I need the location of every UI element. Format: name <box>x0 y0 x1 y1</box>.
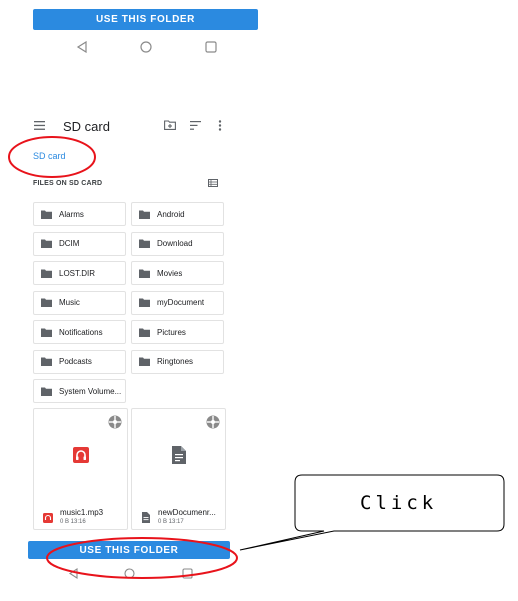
audio-file-small-icon <box>43 513 53 523</box>
folder-icon <box>41 387 52 396</box>
file-card-music1[interactable]: music1.mp3 0 B 13:16 <box>33 408 128 530</box>
file-meta: 0 B 13:17 <box>158 519 184 525</box>
top-use-this-folder-label: USE THIS FOLDER <box>95 14 195 25</box>
folder-icon <box>41 269 52 278</box>
file-select-icon[interactable] <box>206 415 220 429</box>
folder-icon <box>139 357 150 366</box>
folder-tile[interactable]: Ringtones <box>131 349 224 374</box>
folder-icon <box>41 357 52 366</box>
highlight-ellipse-breadcrumb <box>8 136 96 178</box>
folder-icon <box>139 328 150 337</box>
folder-icon <box>41 239 52 248</box>
folder-name: Download <box>157 239 193 248</box>
home-icon[interactable] <box>140 41 152 53</box>
folder-tile[interactable]: Music <box>33 290 126 315</box>
folder-tile[interactable]: Alarms <box>33 202 126 226</box>
document-file-small-icon <box>142 512 150 523</box>
folder-icon <box>41 328 52 337</box>
document-file-large-icon <box>172 446 186 464</box>
recents-icon[interactable] <box>205 41 217 53</box>
folder-name: Pictures <box>157 327 186 337</box>
folder-icon <box>41 298 52 307</box>
folder-name: Alarms <box>59 209 84 219</box>
section-header: FILES ON SD CARD <box>33 180 103 187</box>
folder-tile[interactable]: Movies <box>131 261 224 285</box>
folder-tile[interactable]: System Volume... <box>33 379 126 403</box>
folder-name: Notifications <box>59 327 103 337</box>
menu-icon[interactable] <box>34 121 45 130</box>
file-name: music1.mp3 <box>60 508 104 517</box>
folder-name: Ringtones <box>157 357 194 366</box>
back-icon[interactable] <box>76 41 88 53</box>
audio-file-large-icon <box>73 447 89 463</box>
folder-icon <box>139 298 150 307</box>
folder-icon <box>139 239 150 248</box>
folder-tile[interactable]: Android <box>131 202 224 226</box>
folder-tile[interactable]: LOST.DIR <box>33 261 126 285</box>
folder-name: DCIM <box>59 239 80 248</box>
folder-name: Movies <box>157 268 183 278</box>
folder-name: Android <box>157 209 185 219</box>
top-use-this-folder-button[interactable]: USE THIS FOLDER <box>33 9 258 30</box>
callout-text: Click <box>360 492 438 514</box>
folder-name: LOST.DIR <box>59 268 96 278</box>
file-name: newDocumenr... <box>158 508 216 517</box>
folder-name: System Volume... <box>59 386 122 396</box>
folder-name: Music <box>59 298 80 307</box>
folder-tile[interactable]: Notifications <box>33 320 126 344</box>
page-title: SD card <box>63 119 110 134</box>
list-view-icon[interactable] <box>208 179 218 187</box>
folder-icon <box>139 269 150 278</box>
file-card-newdocument[interactable]: newDocumenr... 0 B 13:17 <box>131 408 226 530</box>
sort-icon[interactable] <box>190 121 201 130</box>
folder-name: myDocument <box>157 298 205 307</box>
folder-name: Podcasts <box>59 357 92 366</box>
folder-tile[interactable]: Pictures <box>131 320 224 344</box>
folder-tile[interactable]: Podcasts <box>33 349 126 374</box>
file-meta: 0 B 13:16 <box>60 519 86 525</box>
folder-icon <box>139 210 150 219</box>
file-select-icon[interactable] <box>108 415 122 429</box>
folder-tile[interactable]: myDocument <box>131 290 224 315</box>
folder-tile[interactable]: DCIM <box>33 231 126 256</box>
folder-icon <box>41 210 52 219</box>
top-navigation-bar <box>60 38 230 56</box>
highlight-ellipse-use-folder <box>46 537 238 579</box>
more-options-icon[interactable] <box>218 120 222 131</box>
new-folder-icon[interactable] <box>164 120 176 130</box>
folder-tile[interactable]: Download <box>131 231 224 256</box>
